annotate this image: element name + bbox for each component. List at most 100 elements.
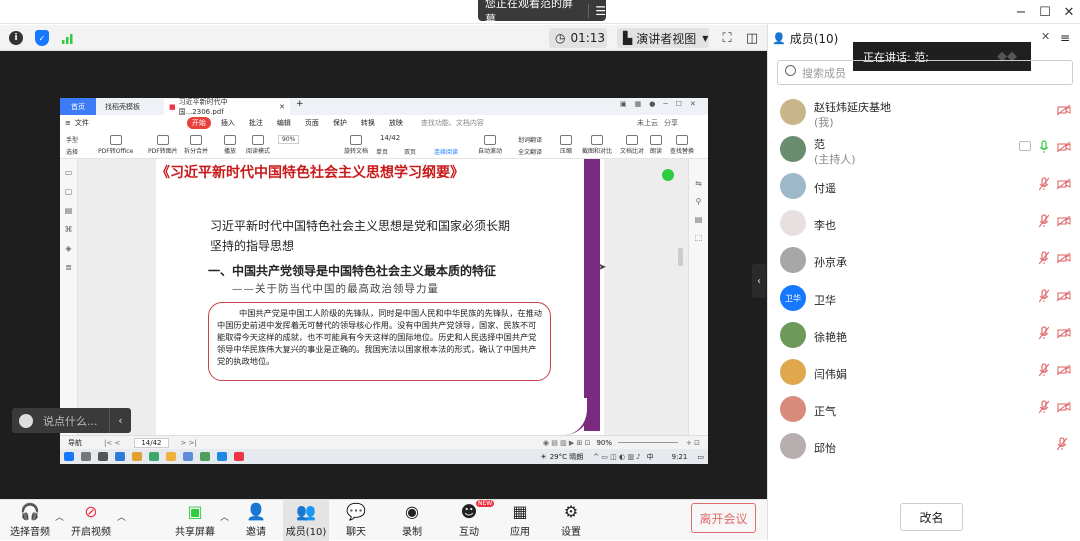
camera-off-icon[interactable] (1056, 327, 1071, 339)
taskview-icon[interactable] (98, 452, 108, 461)
zoom-slider[interactable] (618, 442, 679, 443)
read-mode[interactable]: 阅读模式 (246, 135, 270, 155)
windows-start-icon[interactable] (64, 452, 74, 461)
rotate-doc[interactable]: 旋转文档 (344, 135, 368, 155)
word-translate[interactable]: 划词翻译 (518, 135, 542, 144)
ime-indicator[interactable]: 中 (647, 452, 654, 462)
wps-search[interactable]: 查找功能、文档内容 (421, 118, 484, 128)
collapse-panel-button[interactable]: ‹ (752, 264, 766, 298)
app2-icon[interactable] (200, 452, 210, 461)
compress[interactable]: 压缩 (560, 135, 572, 155)
view-icons[interactable]: ◉ ▤ ▥ ▶ ⊞ ⊡ (543, 439, 591, 447)
signal-icon[interactable] (61, 31, 75, 45)
page-nav-icons[interactable]: |< < (104, 439, 120, 447)
pdf-to-image[interactable]: PDF转图片 (148, 135, 178, 155)
nav-label[interactable]: 导航 (68, 438, 82, 448)
page-nav-next-icons[interactable]: > >| (181, 439, 197, 447)
close-icon[interactable]: ✕ (1058, 2, 1080, 22)
camera-off-icon[interactable] (1056, 104, 1071, 116)
explorer-icon[interactable] (132, 452, 142, 461)
mic-muted-icon[interactable] (1038, 289, 1050, 303)
ai-assistant-icon[interactable] (662, 169, 674, 181)
continuous-read[interactable]: 连续阅读 (434, 147, 458, 156)
chat-input-overlay[interactable]: 说点什么... ‹ (12, 408, 131, 433)
ribbon-tab-comment[interactable]: 批注 (249, 118, 263, 128)
page-number-input[interactable]: 14/42 (134, 437, 169, 448)
menu-icon[interactable]: ☰ (595, 4, 606, 18)
mic-muted-icon[interactable] (1038, 400, 1050, 414)
meeting-app-icon[interactable] (183, 452, 193, 461)
invite-button[interactable]: 👤 邀请 (234, 500, 278, 541)
pdf-to-office[interactable]: PDF转Office (98, 135, 133, 155)
full-translate[interactable]: 全文翻译 (518, 147, 542, 156)
chat-placeholder[interactable]: 说点什么... (43, 413, 98, 429)
emoji-icon[interactable] (19, 413, 33, 428)
member-row[interactable]: 闫伟娟 (780, 354, 1076, 390)
view-mode-select[interactable]: ▙ 演讲者视图 ▼ (617, 28, 709, 48)
minimize-icon[interactable]: − (1010, 2, 1032, 22)
video-button[interactable]: ⊘ 开启视频 (69, 500, 113, 541)
member-row[interactable]: 徐艳艳 (780, 317, 1076, 353)
wps-tab-pdf[interactable]: ■ 习近平新时代中国...2306.pdf ✕ (164, 98, 290, 116)
camera-off-icon[interactable] (1056, 141, 1071, 153)
app-icon[interactable] (115, 452, 125, 461)
page-indicator[interactable]: 14/42 (380, 134, 400, 142)
doc-compare[interactable]: 文档比对 (620, 135, 644, 155)
auto-scroll[interactable]: 自动滚动 (478, 135, 502, 155)
folder-icon[interactable] (166, 452, 176, 461)
zoom-level[interactable]: 90% (596, 439, 612, 447)
scrollbar-thumb[interactable] (678, 248, 683, 266)
ribbon-tab-insert[interactable]: 插入 (221, 118, 235, 128)
member-row[interactable]: 赵钰炜延庆基地 (我) (780, 94, 1076, 130)
camera-off-icon[interactable] (1056, 290, 1071, 302)
member-row[interactable]: 付遥 (780, 168, 1076, 204)
member-row[interactable]: 孙京承 (780, 242, 1076, 278)
tray-icons[interactable]: ^ ▭ ◫ ◐ ▥ ♪ (593, 453, 640, 461)
settings-button[interactable]: ⚙ 设置 (549, 500, 593, 541)
member-row[interactable]: 邱怡 (780, 428, 1076, 464)
chat-button[interactable]: 💬 聊天 (334, 500, 378, 541)
fullscreen-icon[interactable]: ⛶ (717, 28, 737, 48)
camera-off-icon[interactable] (1056, 364, 1071, 376)
wps-tab-home[interactable]: 首页 (60, 98, 96, 115)
member-row[interactable]: 卫华 卫华 (780, 280, 1076, 316)
camera-off-icon[interactable] (1056, 252, 1071, 264)
play[interactable]: 播放 (224, 135, 236, 155)
video-options-caret[interactable]: ︿ (117, 510, 126, 523)
sidebar-toggle-icon[interactable]: ◫ (742, 28, 762, 48)
rename-button[interactable]: 改名 (900, 503, 963, 531)
member-row[interactable]: 李也 (780, 205, 1076, 241)
mic-muted-icon[interactable] (1038, 214, 1050, 228)
close-icon[interactable]: ✕ (279, 103, 285, 111)
add-tab-icon[interactable]: + (296, 99, 304, 109)
cloud-status[interactable]: 未上云 (637, 118, 658, 128)
read-aloud[interactable]: 朗读 (650, 135, 662, 155)
camera-off-icon[interactable] (1056, 178, 1071, 190)
member-search-input[interactable]: 搜索成员 (777, 60, 1073, 85)
mic-muted-icon[interactable] (1038, 363, 1050, 377)
panel-menu-icon[interactable]: ≡ (1060, 31, 1070, 45)
wps-icon[interactable] (234, 452, 244, 461)
single-page[interactable]: 单页 (376, 147, 388, 156)
audio-button[interactable]: 🎧 选择音频 (8, 500, 52, 541)
info-icon[interactable]: i (9, 31, 23, 45)
leave-meeting-button[interactable]: 离开会议 (691, 503, 756, 533)
hand-tool[interactable]: 手型 (66, 135, 78, 144)
ribbon-tab-protect[interactable]: 保护 (333, 118, 347, 128)
members-button[interactable]: 👥 成员(10) (283, 500, 329, 541)
apps-button[interactable]: ▦ 应用 (498, 500, 542, 541)
mic-muted-icon[interactable] (1038, 251, 1050, 265)
find-replace[interactable]: 查找替换 (670, 135, 694, 155)
ribbon-tab-page[interactable]: 页面 (305, 118, 319, 128)
close-icon[interactable]: ✕ (1041, 30, 1050, 43)
search-icon[interactable] (81, 452, 91, 461)
app3-icon[interactable] (217, 452, 227, 461)
select-tool[interactable]: 选择 (66, 147, 78, 156)
camera-off-icon[interactable] (1056, 401, 1071, 413)
share-link[interactable]: 分享 (664, 118, 678, 128)
ribbon-tab-show[interactable]: 放映 (389, 118, 403, 128)
ribbon-tab-convert[interactable]: 转换 (361, 118, 375, 128)
screenshot-compare[interactable]: 截图和对比 (582, 135, 612, 155)
member-row[interactable]: 正气 (780, 391, 1076, 427)
mic-muted-icon[interactable] (1056, 437, 1068, 451)
